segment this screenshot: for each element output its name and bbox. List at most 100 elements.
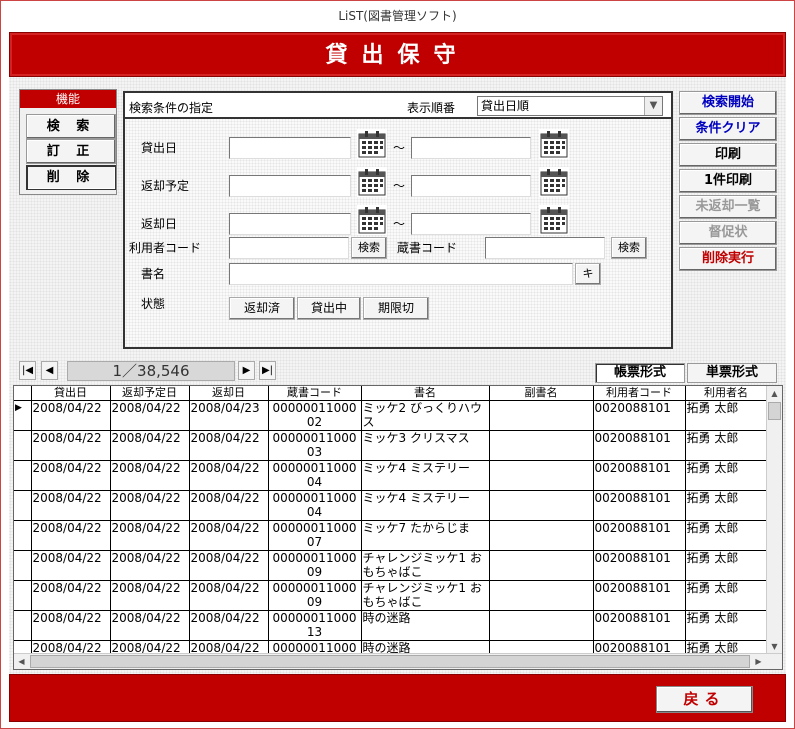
- grid-column-header[interactable]: 蔵書コード: [268, 386, 362, 401]
- chevron-down-icon[interactable]: ▼: [644, 97, 662, 115]
- grid-cell[interactable]: 2008/04/22: [31, 520, 111, 551]
- grid-cell[interactable]: [489, 550, 594, 581]
- row-selector[interactable]: [14, 490, 32, 521]
- state-overdue-toggle[interactable]: 期限切: [363, 297, 429, 320]
- state-returned-toggle[interactable]: 返却済: [229, 297, 295, 320]
- calendar-icon[interactable]: [539, 205, 569, 235]
- list-view-tab[interactable]: 帳票形式: [595, 363, 685, 383]
- grid-cell[interactable]: 2008/04/22: [31, 460, 111, 491]
- due-date-from-input[interactable]: [229, 175, 351, 197]
- row-selector[interactable]: [14, 580, 32, 611]
- next-record-button[interactable]: ▶: [238, 361, 255, 380]
- grid-cell[interactable]: 0020088101: [593, 580, 686, 611]
- grid-cell[interactable]: 2008/04/22: [110, 430, 190, 461]
- grid-cell[interactable]: 2008/04/22: [31, 550, 111, 581]
- last-record-button[interactable]: ▶|: [259, 361, 276, 380]
- grid-cell[interactable]: 拓勇 太郎: [685, 400, 768, 431]
- row-selector[interactable]: [14, 550, 32, 581]
- book-code-input[interactable]: [485, 237, 605, 259]
- grid-cell[interactable]: ミッケ3 クリスマス: [361, 430, 490, 461]
- grid-cell[interactable]: 2008/04/22: [110, 460, 190, 491]
- vertical-scroll-thumb[interactable]: [768, 402, 781, 420]
- grid-cell[interactable]: 2008/04/22: [189, 430, 269, 461]
- grid-cell[interactable]: 0000001100003: [268, 430, 362, 461]
- due-date-to-input[interactable]: [411, 175, 531, 197]
- grid-cell[interactable]: 2008/04/22: [110, 610, 190, 641]
- grid-cell[interactable]: 2008/04/23: [189, 400, 269, 431]
- table-row[interactable]: 2008/04/22 2008/04/22 2008/04/22 0000001100…: [14, 610, 768, 641]
- row-selector[interactable]: ▶: [14, 400, 32, 431]
- unreturned-list-button[interactable]: 未返却一覧: [679, 195, 777, 219]
- grid-cell[interactable]: 0000001100009: [268, 550, 362, 581]
- grid-column-header[interactable]: 貸出日: [31, 386, 111, 401]
- single-view-tab[interactable]: 単票形式: [687, 363, 777, 383]
- row-selector[interactable]: [14, 610, 32, 641]
- grid-cell[interactable]: 2008/04/22: [110, 550, 190, 581]
- grid-cell[interactable]: 2008/04/22: [31, 610, 111, 641]
- print-one-button[interactable]: 1件印刷: [679, 169, 777, 193]
- scroll-right-icon[interactable]: ▶: [751, 654, 766, 669]
- state-lent-toggle[interactable]: 貸出中: [297, 297, 361, 320]
- function-delete-button[interactable]: 削 除: [26, 165, 116, 190]
- grid-cell[interactable]: 0000001100013: [268, 610, 362, 641]
- grid-cell[interactable]: 0020088101: [593, 400, 686, 431]
- grid-cell[interactable]: ミッケ2 びっくりハウス: [361, 400, 490, 431]
- grid-cell[interactable]: 0020088101: [593, 550, 686, 581]
- grid-cell[interactable]: 2008/04/22: [31, 490, 111, 521]
- grid-cell[interactable]: 時の迷路: [361, 610, 490, 641]
- grid-cell[interactable]: 2008/04/22: [110, 490, 190, 521]
- clear-conditions-button[interactable]: 条件クリア: [679, 117, 777, 141]
- keyword-button[interactable]: キ: [575, 263, 601, 285]
- lend-date-from-input[interactable]: [229, 137, 351, 159]
- scroll-up-icon[interactable]: ▲: [767, 386, 782, 401]
- user-search-button[interactable]: 検索: [351, 237, 387, 259]
- grid-column-header[interactable]: 書名: [361, 386, 490, 401]
- table-row[interactable]: ▶ 2008/04/22 2008/04/22 2008/04/23 000000110…: [14, 400, 768, 431]
- grid-cell[interactable]: 0020088101: [593, 610, 686, 641]
- grid-cell[interactable]: 拓勇 太郎: [685, 430, 768, 461]
- grid-cell[interactable]: 0020088101: [593, 520, 686, 551]
- table-row[interactable]: 2008/04/22 2008/04/22 2008/04/22 0000001100…: [14, 520, 768, 551]
- calendar-icon[interactable]: [357, 129, 387, 159]
- prev-record-button[interactable]: ◀: [41, 361, 58, 380]
- function-edit-button[interactable]: 訂 正: [26, 139, 116, 164]
- calendar-icon[interactable]: [539, 167, 569, 197]
- user-code-input[interactable]: [229, 237, 349, 259]
- grid-cell[interactable]: 拓勇 太郎: [685, 550, 768, 581]
- first-record-button[interactable]: |◀: [19, 361, 36, 380]
- grid-cell[interactable]: 0020088101: [593, 460, 686, 491]
- grid-cell[interactable]: 拓勇 太郎: [685, 610, 768, 641]
- grid-cell[interactable]: 0020088101: [593, 490, 686, 521]
- return-date-from-input[interactable]: [229, 213, 351, 235]
- grid-cell[interactable]: チャレンジミッケ1 おもちゃばこ: [361, 550, 490, 581]
- lend-date-to-input[interactable]: [411, 137, 531, 159]
- grid-cell[interactable]: 0000001100002: [268, 400, 362, 431]
- grid-cell[interactable]: 2008/04/22: [31, 430, 111, 461]
- function-search-button[interactable]: 検 索: [26, 114, 116, 139]
- grid-cell[interactable]: 0000001100004: [268, 490, 362, 521]
- row-selector[interactable]: [14, 520, 32, 551]
- grid-cell[interactable]: 2008/04/22: [110, 520, 190, 551]
- grid-cell[interactable]: [489, 580, 594, 611]
- grid-cell[interactable]: 0020088101: [593, 430, 686, 461]
- grid-cell[interactable]: ミッケ4 ミステリー: [361, 460, 490, 491]
- grid-cell[interactable]: 2008/04/22: [31, 400, 111, 431]
- grid-cell[interactable]: [489, 610, 594, 641]
- grid-cell[interactable]: 0000001100007: [268, 520, 362, 551]
- horizontal-scrollbar[interactable]: ◀ ▶: [14, 653, 782, 669]
- start-search-button[interactable]: 検索開始: [679, 91, 777, 115]
- grid-cell[interactable]: 2008/04/22: [189, 520, 269, 551]
- grid-cell[interactable]: 2008/04/22: [189, 580, 269, 611]
- grid-cell[interactable]: [489, 430, 594, 461]
- book-title-input[interactable]: [229, 263, 573, 285]
- grid-cell[interactable]: ミッケ4 ミステリー: [361, 490, 490, 521]
- grid-cell[interactable]: [489, 400, 594, 431]
- grid-cell[interactable]: 拓勇 太郎: [685, 490, 768, 521]
- calendar-icon[interactable]: [357, 167, 387, 197]
- delete-execute-button[interactable]: 削除実行: [679, 247, 777, 271]
- table-row[interactable]: 2008/04/22 2008/04/22 2008/04/22 0000001100…: [14, 460, 768, 491]
- grid-cell[interactable]: 2008/04/22: [189, 460, 269, 491]
- calendar-icon[interactable]: [539, 129, 569, 159]
- reminder-button[interactable]: 督促状: [679, 221, 777, 245]
- horizontal-scroll-thumb[interactable]: [30, 655, 750, 668]
